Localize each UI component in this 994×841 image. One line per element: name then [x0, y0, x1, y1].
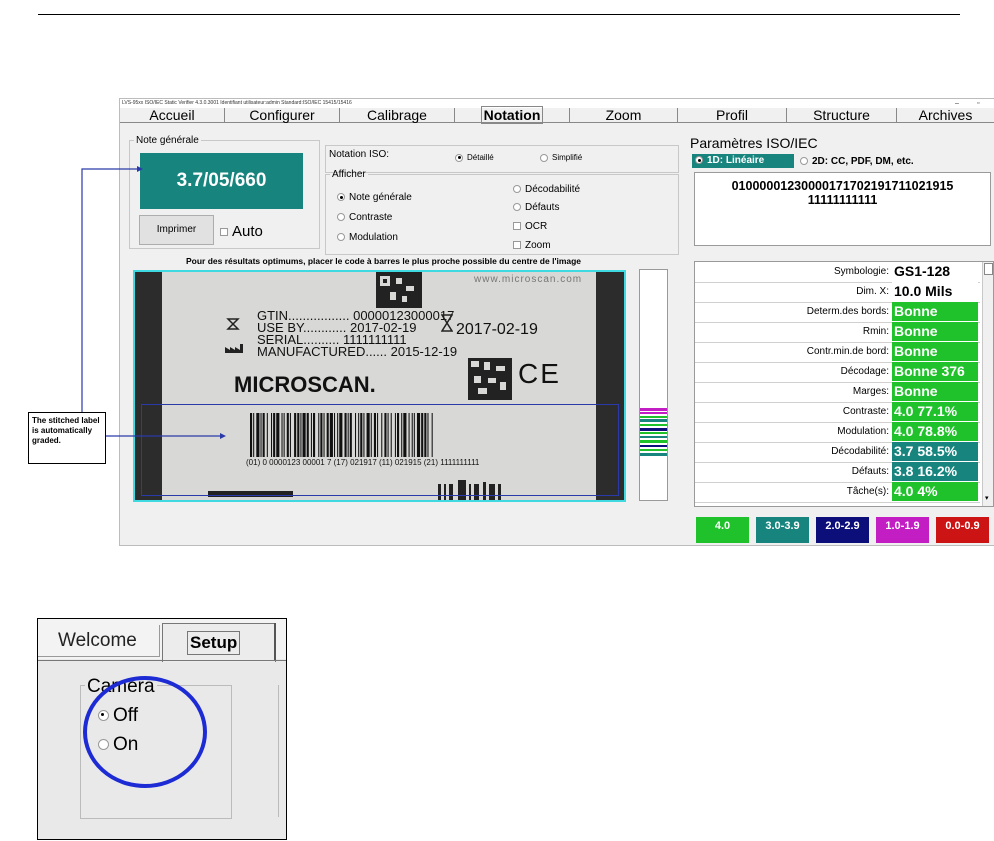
stitched-label-callout: The stitched label is automatically grad… — [28, 412, 106, 464]
highlight-circle — [83, 676, 207, 788]
camera-setup-inset: Welcome Setup Camera Off On — [37, 618, 287, 840]
